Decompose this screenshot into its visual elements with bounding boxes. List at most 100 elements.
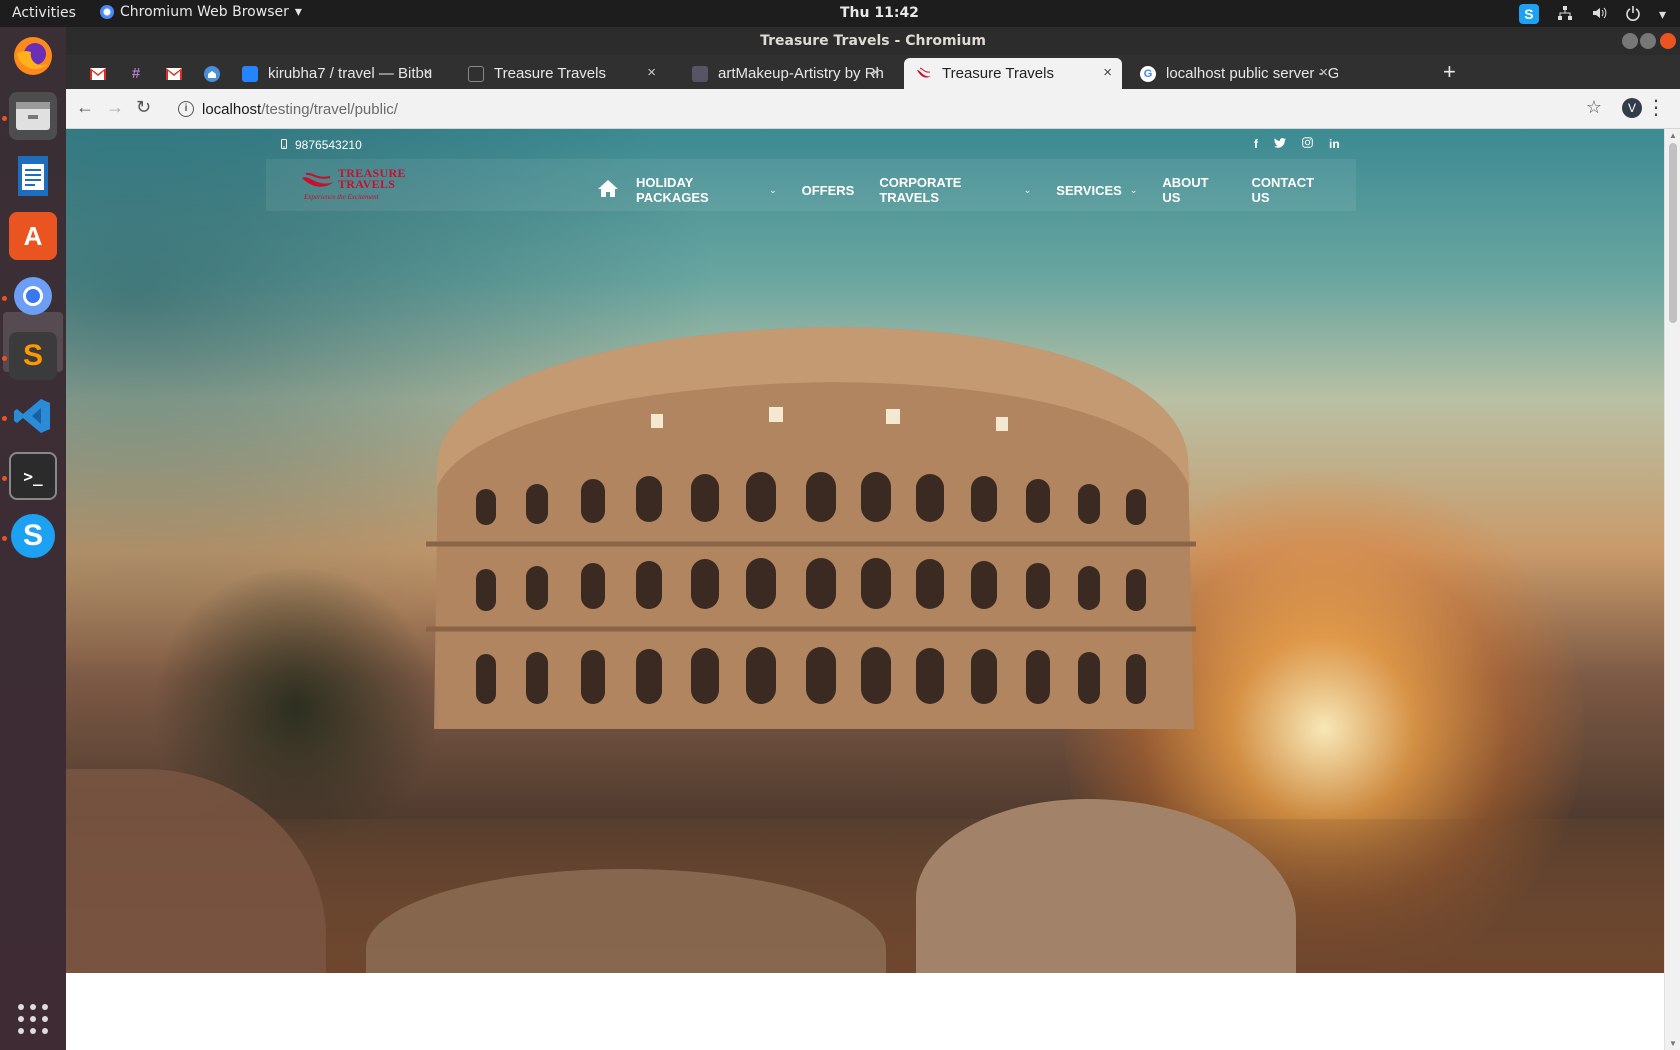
volume-icon[interactable] bbox=[1591, 5, 1607, 24]
system-top-bar: Activities Chromium Web Browser ▾ Thu 11… bbox=[0, 0, 1680, 27]
logo-swoosh-icon bbox=[302, 172, 334, 187]
nav-about-us[interactable]: ABOUT US bbox=[1162, 175, 1226, 205]
phone-contact[interactable]: 9876543210 bbox=[281, 138, 362, 152]
bookmark-star-icon[interactable]: ☆ bbox=[1586, 97, 1602, 118]
home-icon[interactable] bbox=[598, 180, 618, 200]
slack-icon: # bbox=[131, 65, 141, 82]
scroll-down-icon[interactable]: ▼ bbox=[1669, 1039, 1677, 1048]
launcher-dock: A S >_ S bbox=[0, 27, 66, 1050]
libreoffice-writer-icon[interactable] bbox=[9, 152, 57, 200]
firefox-icon[interactable] bbox=[9, 32, 57, 80]
top-info-bar: 9876543210 f in bbox=[66, 129, 1664, 159]
chevron-down-icon: ⌄ bbox=[1129, 184, 1138, 195]
app-menu-label: Chromium Web Browser bbox=[120, 4, 289, 20]
info-icon[interactable]: i bbox=[178, 101, 194, 117]
pinned-tab-slack[interactable]: # bbox=[118, 58, 154, 89]
address-bar[interactable]: i localhost/testing/travel/public/ bbox=[178, 93, 1618, 125]
tab-localhost-server[interactable]: G localhost public server - G × bbox=[1128, 58, 1338, 89]
close-tab-icon[interactable]: × bbox=[1103, 64, 1112, 81]
logo-tagline: Experience the Excitement bbox=[304, 193, 379, 201]
site-icon bbox=[692, 65, 708, 82]
new-tab-button[interactable]: + bbox=[1443, 59, 1456, 85]
power-icon[interactable] bbox=[1625, 5, 1641, 24]
nav-corporate-travels[interactable]: CORPORATE TRAVELS ⌄ bbox=[879, 175, 1031, 205]
pinned-tab-inbox[interactable] bbox=[194, 58, 230, 89]
hero-banner-colosseum: 9876543210 f in TREASURE TRAVELS Experie… bbox=[66, 129, 1664, 973]
running-indicator bbox=[2, 296, 7, 301]
reload-button[interactable]: ↻ bbox=[136, 97, 151, 118]
tab-treasure-travels-1[interactable]: Treasure Travels × bbox=[456, 58, 666, 89]
chevron-down-icon[interactable]: ▾ bbox=[1659, 6, 1666, 23]
minimize-icon[interactable] bbox=[1622, 33, 1638, 49]
app-menu[interactable]: Chromium Web Browser ▾ bbox=[100, 4, 302, 20]
forward-button[interactable]: → bbox=[106, 97, 124, 118]
running-indicator bbox=[2, 416, 7, 421]
bitbucket-icon bbox=[242, 65, 258, 82]
scroll-up-icon[interactable]: ▲ bbox=[1669, 131, 1677, 140]
browser-window: Treasure Travels - Chromium # kirubha7 /… bbox=[66, 27, 1680, 1050]
gmail-icon bbox=[90, 67, 106, 80]
nav-holiday-packages[interactable]: HOLIDAY PACKAGES ⌄ bbox=[636, 175, 777, 205]
nav-menu: HOLIDAY PACKAGES ⌄ OFFERS CORPORATE TRAV… bbox=[598, 175, 1356, 205]
close-tab-icon[interactable]: × bbox=[1319, 64, 1328, 81]
close-tab-icon[interactable]: × bbox=[423, 64, 432, 81]
clock[interactable]: Thu 11:42 bbox=[840, 5, 919, 21]
menu-kebab-icon[interactable]: ⋮ bbox=[1646, 95, 1666, 120]
instagram-icon[interactable] bbox=[1302, 137, 1313, 151]
activities-button[interactable]: Activities bbox=[12, 5, 76, 21]
url-path: /testing/travel/public/ bbox=[261, 100, 398, 118]
system-tray: S ▾ bbox=[1518, 4, 1666, 24]
twitter-icon[interactable] bbox=[1274, 137, 1286, 151]
chevron-down-icon: ▾ bbox=[294, 4, 302, 20]
vscode-icon[interactable] bbox=[9, 392, 57, 440]
nav-contact-us[interactable]: CONTACT US bbox=[1251, 175, 1331, 205]
close-tab-icon[interactable]: × bbox=[647, 64, 656, 81]
skype-tray-icon[interactable]: S bbox=[1518, 4, 1539, 24]
tab-artmakeup[interactable]: artMakeup-Artistry by Rh × bbox=[680, 58, 890, 89]
logo-brand-line2: TRAVELS bbox=[338, 177, 396, 191]
treasure-travels-logo[interactable]: TREASURE TRAVELS Experience the Exciteme… bbox=[302, 167, 405, 203]
tab-strip: # kirubha7 / travel — Bitbu × Treasure T… bbox=[66, 55, 1680, 89]
running-indicator bbox=[2, 476, 7, 481]
mobile-phone-icon bbox=[281, 138, 287, 152]
url-host: localhost bbox=[202, 100, 262, 118]
close-icon[interactable] bbox=[1660, 33, 1676, 49]
inbox-icon bbox=[204, 65, 220, 82]
sublime-text-icon[interactable]: S bbox=[9, 332, 57, 380]
page-scrollbar[interactable]: ▲ ▼ bbox=[1664, 129, 1680, 1050]
maximize-icon[interactable] bbox=[1640, 33, 1656, 49]
nav-services[interactable]: SERVICES ⌄ bbox=[1056, 183, 1137, 198]
page-icon bbox=[468, 65, 484, 82]
window-title: Treasure Travels - Chromium bbox=[66, 27, 1680, 55]
pinned-tab-gmail-2[interactable] bbox=[156, 58, 192, 89]
running-indicator bbox=[2, 356, 7, 361]
tab-bitbucket[interactable]: kirubha7 / travel — Bitbu × bbox=[230, 58, 442, 89]
nav-offers[interactable]: OFFERS bbox=[802, 183, 855, 198]
show-applications-icon[interactable] bbox=[9, 995, 57, 1043]
chevron-down-icon: ⌄ bbox=[769, 184, 777, 195]
files-icon[interactable] bbox=[9, 92, 57, 140]
skype-icon[interactable]: S bbox=[9, 512, 57, 560]
close-tab-icon[interactable]: × bbox=[871, 64, 880, 81]
network-icon[interactable] bbox=[1557, 5, 1573, 24]
chromium-icon[interactable] bbox=[9, 272, 57, 320]
page-viewport: 9876543210 f in TREASURE TRAVELS Experie… bbox=[66, 129, 1664, 1050]
pinned-tab-gmail[interactable] bbox=[80, 58, 116, 89]
profile-avatar[interactable]: V bbox=[1622, 98, 1642, 118]
ubuntu-software-icon[interactable]: A bbox=[9, 212, 57, 260]
running-indicator bbox=[2, 116, 7, 121]
gmail-icon bbox=[166, 67, 182, 80]
terminal-icon[interactable]: >_ bbox=[9, 452, 57, 500]
main-navigation: TREASURE TRAVELS Experience the Exciteme… bbox=[266, 159, 1356, 211]
back-button[interactable]: ← bbox=[76, 97, 94, 118]
scrollbar-thumb[interactable] bbox=[1669, 143, 1677, 323]
social-links: f in bbox=[1254, 137, 1340, 151]
facebook-icon[interactable]: f bbox=[1254, 137, 1258, 151]
chromium-icon bbox=[100, 5, 114, 19]
treasure-travels-icon bbox=[916, 66, 932, 82]
chevron-down-icon: ⌄ bbox=[1023, 184, 1032, 195]
phone-number: 9876543210 bbox=[295, 138, 362, 152]
tab-treasure-travels-active[interactable]: Treasure Travels × bbox=[904, 58, 1122, 89]
running-indicator bbox=[2, 536, 7, 541]
linkedin-icon[interactable]: in bbox=[1329, 137, 1340, 151]
